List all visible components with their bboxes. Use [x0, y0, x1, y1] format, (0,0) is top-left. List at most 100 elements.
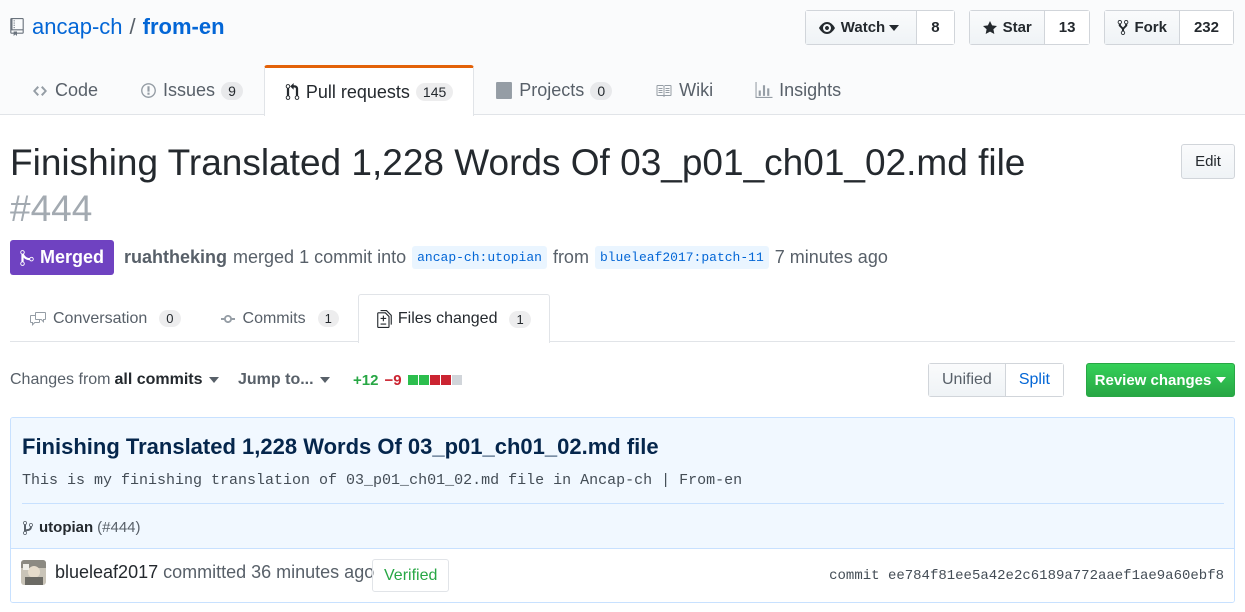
graph-icon [755, 82, 779, 99]
pr-number: #444 [10, 188, 93, 229]
jump-to-label: Jump to... [238, 371, 314, 388]
diff-view-toggle: Unified Split [928, 363, 1064, 397]
branch-icon [22, 520, 39, 536]
tab-commits-label: Commits [242, 309, 306, 327]
repo-nav: Code Issues 9 Pull requests 145 Projects… [10, 65, 862, 116]
reponav-pull-requests[interactable]: Pull requests 145 [263, 65, 475, 116]
edit-button[interactable]: Edit [1181, 144, 1235, 179]
diffstat-block-added [407, 375, 418, 385]
tab-commits[interactable]: Commits 1 [200, 294, 358, 342]
changes-from-label: Changes from [10, 371, 111, 388]
commit-meta: blueleaf2017 committed 36 minutes ago [55, 562, 374, 583]
star-button[interactable]: Star [969, 11, 1045, 44]
issues-counter: 9 [221, 81, 243, 100]
repo-owner-link[interactable]: ancap-ch [32, 14, 123, 40]
diffstat: +12 −9 [353, 363, 463, 397]
all-commits-label: all commits [114, 371, 203, 388]
unified-button[interactable]: Unified [929, 364, 1005, 396]
pr-title-text: Finishing Translated 1,228 Words Of 03_p… [10, 142, 1026, 183]
star-icon [982, 20, 1003, 36]
reponav-projects-label: Projects [519, 80, 585, 100]
repo-title: ancap-ch / from-en [10, 14, 225, 40]
merged-text: merged 1 commit into [233, 247, 407, 267]
verified-badge[interactable]: Verified [372, 559, 450, 592]
reponav-insights-label: Insights [779, 80, 842, 100]
fork-count[interactable]: 232 [1179, 11, 1233, 44]
watch-group: Watch 8 [804, 10, 955, 45]
repo-separator: / [129, 14, 136, 39]
files-changed-counter: 1 [509, 310, 531, 328]
tab-conversation[interactable]: Conversation 0 [10, 294, 200, 342]
commit-summary: Finishing Translated 1,228 Words Of 03_p… [11, 418, 1234, 549]
repo-actions: Watch 8 Star 13 Fork 232 [791, 10, 1234, 45]
diffstat-block-deleted [440, 375, 451, 385]
commit-sha-value[interactable]: ee784f81ee5a42e2c6189a772aaef1ae9a60ebf8 [888, 568, 1224, 584]
commit-title[interactable]: Finishing Translated 1,228 Words Of 03_p… [22, 434, 659, 460]
tab-files-changed[interactable]: Files changed 1 [357, 294, 550, 343]
divider [22, 503, 1224, 504]
diffstat-block-neutral [451, 375, 462, 385]
caret-down-icon [1216, 377, 1227, 383]
reponav-pull-requests-label: Pull requests [305, 81, 410, 102]
comment-discussion-icon [29, 311, 53, 327]
commit-sha: commit ee784f81ee5a42e2c6189a772aaef1ae9… [829, 568, 1224, 584]
deletions-count: −9 [384, 371, 402, 389]
repo-header: ancap-ch / from-en Watch 8 Star 13 Fork … [0, 0, 1245, 116]
split-button[interactable]: Split [1004, 364, 1063, 396]
merged-state-badge: Merged [10, 240, 115, 275]
commit-branch-info: utopian (#444) [22, 519, 141, 536]
pr-meta: Merged ruahtheking merged 1 commit into … [10, 240, 888, 275]
code-icon [31, 83, 55, 99]
commit-icon [219, 311, 243, 327]
pull-request-icon [285, 83, 306, 101]
head-branch[interactable]: blueleaf2017:patch-11 [594, 246, 769, 269]
caret-down-icon [208, 377, 219, 383]
watch-count[interactable]: 8 [917, 11, 954, 44]
tab-files-changed-label: Files changed [397, 310, 498, 327]
caret-down-icon [889, 24, 904, 31]
review-changes-button[interactable]: Review changes [1086, 363, 1235, 397]
jump-to-menu[interactable]: Jump to... [238, 363, 330, 397]
projects-counter: 0 [590, 81, 613, 100]
repo-name-link[interactable]: from-en [143, 14, 225, 40]
reponav-code[interactable]: Code [10, 65, 119, 115]
reponav-insights[interactable]: Insights [734, 65, 862, 115]
commit-branch-name[interactable]: utopian [39, 519, 93, 536]
reponav-projects[interactable]: Projects 0 [474, 65, 633, 115]
conversation-counter: 0 [159, 310, 181, 327]
merged-state-label: Merged [40, 247, 105, 267]
pr-title: Finishing Translated 1,228 Words Of 03_p… [10, 140, 1040, 232]
changes-from-menu[interactable]: Changes from all commits [10, 363, 219, 397]
project-icon [495, 82, 519, 99]
base-branch[interactable]: ancap-ch:utopian [412, 246, 547, 269]
committed-text: committed 36 minutes ago [163, 562, 375, 582]
pr-tabs: Conversation 0 Commits 1 Files changed 1 [10, 294, 1235, 343]
reponav-issues-label: Issues [163, 80, 216, 100]
additions-count: +12 [353, 371, 379, 389]
avatar[interactable] [21, 560, 46, 585]
fork-group: Fork 232 [1104, 10, 1234, 45]
fork-button[interactable]: Fork [1105, 11, 1180, 44]
watch-label: Watch [840, 19, 886, 36]
commit-box: Finishing Translated 1,228 Words Of 03_p… [10, 417, 1235, 603]
issue-icon [140, 82, 163, 99]
repo-icon [10, 18, 24, 36]
watch-button[interactable]: Watch [805, 11, 918, 44]
pull-requests-counter: 145 [415, 83, 454, 101]
diffstat-block-deleted [429, 375, 440, 385]
star-group: Star 13 [968, 10, 1091, 45]
star-count[interactable]: 13 [1044, 11, 1090, 44]
star-label: Star [1002, 19, 1032, 36]
commit-pr-ref[interactable]: (#444) [97, 519, 140, 536]
reponav-issues[interactable]: Issues 9 [119, 65, 264, 115]
merge-icon [20, 249, 40, 267]
commit-author-link[interactable]: blueleaf2017 [55, 562, 158, 583]
pr-author-link[interactable]: ruahtheking [124, 247, 227, 268]
diff-toolbar: Changes from all commits Jump to... +12 … [10, 363, 1235, 397]
caret-down-icon [319, 377, 330, 383]
diffstat-block-added [418, 375, 429, 385]
fork-icon [1117, 19, 1134, 36]
merged-time[interactable]: 7 minutes ago [775, 247, 888, 268]
reponav-wiki[interactable]: Wiki [633, 65, 734, 115]
book-icon [654, 83, 679, 99]
